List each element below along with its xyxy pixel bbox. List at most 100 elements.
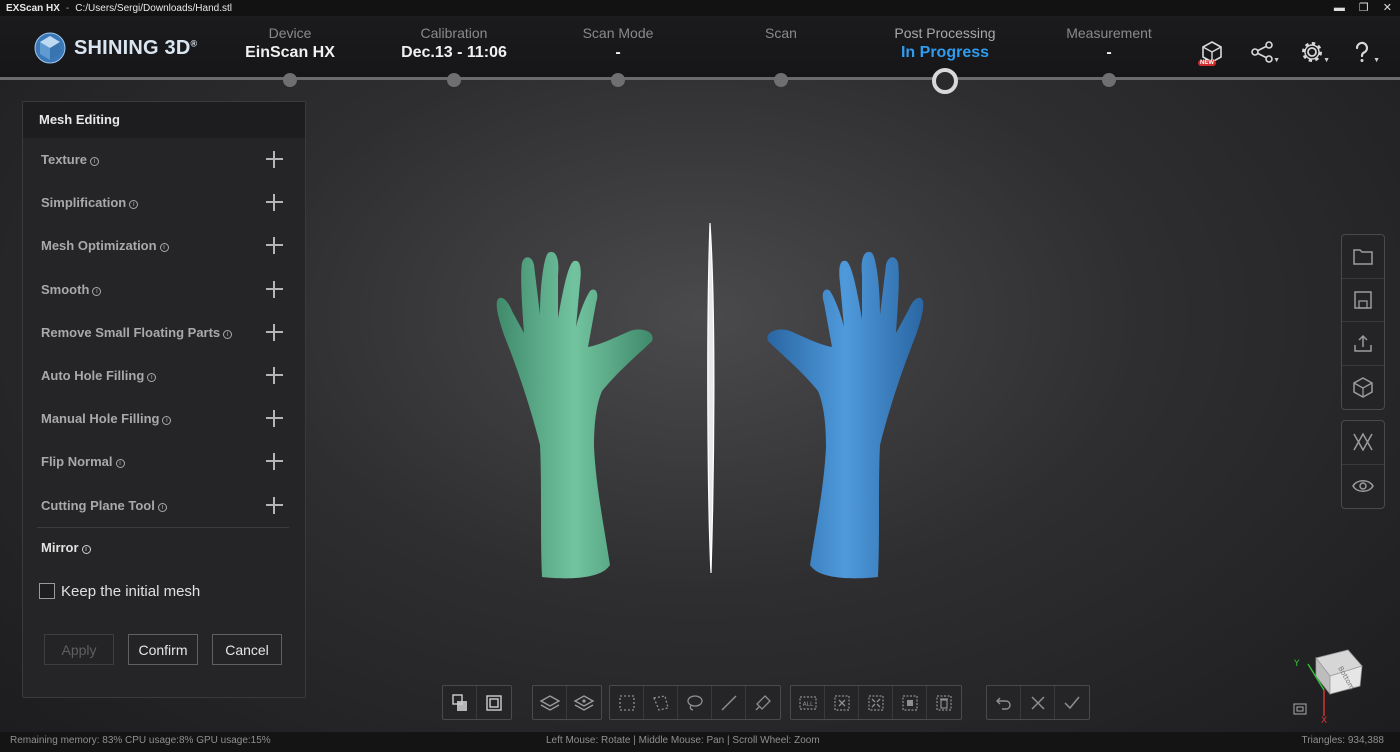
tool-label: Mesh Optimization i xyxy=(41,238,169,253)
rect-select-icon xyxy=(618,694,635,711)
view-cube-button[interactable] xyxy=(1342,366,1384,410)
tool-flip-normal[interactable]: Flip Normal i xyxy=(23,440,305,483)
step-dot-scan[interactable] xyxy=(774,73,788,87)
fit-view-button[interactable] xyxy=(477,686,511,719)
tool-label: Cutting Plane Tool i xyxy=(41,498,167,513)
expand-plus-icon[interactable] xyxy=(266,367,283,385)
tool-smooth[interactable]: Smooth i xyxy=(23,268,305,311)
layers-stack-icon xyxy=(539,694,560,711)
delete-selection-button[interactable] xyxy=(927,686,961,719)
step-dot-device[interactable] xyxy=(283,73,297,87)
step-scan-mode[interactable]: Scan Mode - xyxy=(533,25,703,62)
share-button[interactable]: ▼ xyxy=(1244,36,1280,68)
info-icon[interactable]: i xyxy=(92,286,102,296)
expand-plus-icon[interactable] xyxy=(266,237,283,255)
apply-action-button[interactable] xyxy=(1055,686,1089,719)
tool-texture[interactable]: Texture i xyxy=(23,138,305,181)
info-icon[interactable]: i xyxy=(129,200,139,210)
keep-initial-mesh-checkbox[interactable] xyxy=(39,583,55,600)
step-value: EinScan HX xyxy=(245,44,335,61)
minimize-button[interactable]: ▬ xyxy=(1334,1,1345,15)
lasso-select-button[interactable] xyxy=(678,686,712,719)
tool-auto-hole-filling[interactable]: Auto Hole Filling i xyxy=(23,354,305,397)
3d-viewport[interactable] xyxy=(470,215,950,595)
polygon-select-button[interactable] xyxy=(644,686,678,719)
rect-select-button[interactable] xyxy=(610,686,644,719)
display-mode-button[interactable] xyxy=(1342,421,1384,465)
select-visible-button[interactable] xyxy=(567,686,601,719)
keep-initial-mesh-option[interactable]: Keep the initial mesh xyxy=(39,583,305,600)
step-scan[interactable]: Scan xyxy=(696,25,866,44)
info-icon[interactable]: i xyxy=(159,243,169,253)
save-button[interactable] xyxy=(1342,279,1384,322)
step-dot-scan-mode[interactable] xyxy=(611,73,625,87)
y-axis-label: Y xyxy=(1293,659,1300,669)
expand-plus-icon[interactable] xyxy=(266,323,283,341)
select-connected-button[interactable] xyxy=(893,686,927,719)
tool-label: Remove Small Floating Parts i xyxy=(41,325,233,340)
step-calibration[interactable]: Calibration Dec.13 - 11:06 xyxy=(369,25,539,62)
info-icon[interactable]: i xyxy=(90,157,99,167)
apply-button[interactable]: Apply xyxy=(44,634,114,665)
gear-icon xyxy=(1302,42,1322,62)
step-value: Dec.13 - 11:06 xyxy=(401,44,507,61)
workflow-progress-line xyxy=(0,77,1400,80)
bottom-toolbar-selection-ops: ALL xyxy=(790,685,962,720)
close-button[interactable]: ✕ xyxy=(1383,1,1392,15)
settings-button[interactable]: ▼ xyxy=(1294,36,1330,68)
mesh-left-hand[interactable] xyxy=(496,251,653,579)
cancel-button[interactable]: Cancel xyxy=(212,634,282,665)
update-new-button[interactable]: NEW xyxy=(1194,36,1230,68)
right-toolbar-file xyxy=(1341,234,1385,410)
expand-plus-icon[interactable] xyxy=(266,280,283,298)
mirror-plane[interactable] xyxy=(707,222,715,574)
tool-simplification[interactable]: Simplification i xyxy=(23,181,305,224)
deselect-button[interactable] xyxy=(825,686,859,719)
info-icon[interactable]: i xyxy=(115,459,125,469)
info-icon[interactable]: i xyxy=(223,329,233,339)
panel-title: Mesh Editing xyxy=(23,102,305,138)
expand-plus-icon[interactable] xyxy=(266,194,283,212)
bottom-toolbar-selection xyxy=(532,685,602,720)
line-select-button[interactable] xyxy=(712,686,746,719)
open-file-button[interactable] xyxy=(1342,235,1384,279)
cancel-action-button[interactable] xyxy=(1021,686,1055,719)
export-button[interactable] xyxy=(1342,322,1384,366)
tool-cutting-plane[interactable]: Cutting Plane Tool i xyxy=(23,484,305,527)
invert-selection-button[interactable] xyxy=(859,686,893,719)
maximize-button[interactable]: ❐ xyxy=(1359,1,1369,15)
visibility-button[interactable] xyxy=(1342,465,1384,509)
undo-button[interactable] xyxy=(987,686,1021,719)
step-post-processing[interactable]: Post Processing In Progress xyxy=(860,25,1030,62)
expand-plus-icon[interactable] xyxy=(266,410,283,428)
tool-manual-hole-filling[interactable]: Manual Hole Filling i xyxy=(23,397,305,440)
step-measurement[interactable]: Measurement - xyxy=(1024,25,1194,62)
viewport-scene xyxy=(496,222,924,579)
expand-plus-icon[interactable] xyxy=(266,453,283,471)
confirm-button[interactable]: Confirm xyxy=(128,634,198,665)
step-dot-calibration[interactable] xyxy=(447,73,461,87)
step-dot-post-processing[interactable] xyxy=(932,68,958,94)
orthographic-view-button[interactable] xyxy=(443,686,477,719)
info-icon[interactable]: i xyxy=(147,373,157,383)
help-button[interactable]: ▼ xyxy=(1344,36,1380,68)
info-icon[interactable]: i xyxy=(157,502,167,512)
step-value: In Progress xyxy=(900,44,990,61)
reset-view-icon[interactable] xyxy=(1293,703,1307,715)
step-device[interactable]: Device EinScan HX xyxy=(205,25,375,62)
tool-remove-small-floating-parts[interactable]: Remove Small Floating Parts i xyxy=(23,311,305,354)
mesh-right-hand[interactable] xyxy=(767,251,924,579)
expand-plus-icon[interactable] xyxy=(266,496,283,514)
step-dot-measurement[interactable] xyxy=(1102,73,1116,87)
select-all-button[interactable]: ALL xyxy=(791,686,825,719)
axis-indicator[interactable]: Bottom Y X xyxy=(1290,646,1370,726)
bottom-toolbar-view xyxy=(442,685,512,720)
info-icon[interactable]: i xyxy=(162,416,172,426)
expand-plus-icon[interactable] xyxy=(266,151,283,169)
eye-icon xyxy=(1352,480,1374,493)
window-controls: ▬ ❐ ✕ xyxy=(1334,1,1392,15)
tool-mesh-optimization[interactable]: Mesh Optimization i xyxy=(23,224,305,267)
brush-select-button[interactable] xyxy=(746,686,780,719)
select-through-button[interactable] xyxy=(533,686,567,719)
info-icon[interactable]: i xyxy=(81,544,91,554)
